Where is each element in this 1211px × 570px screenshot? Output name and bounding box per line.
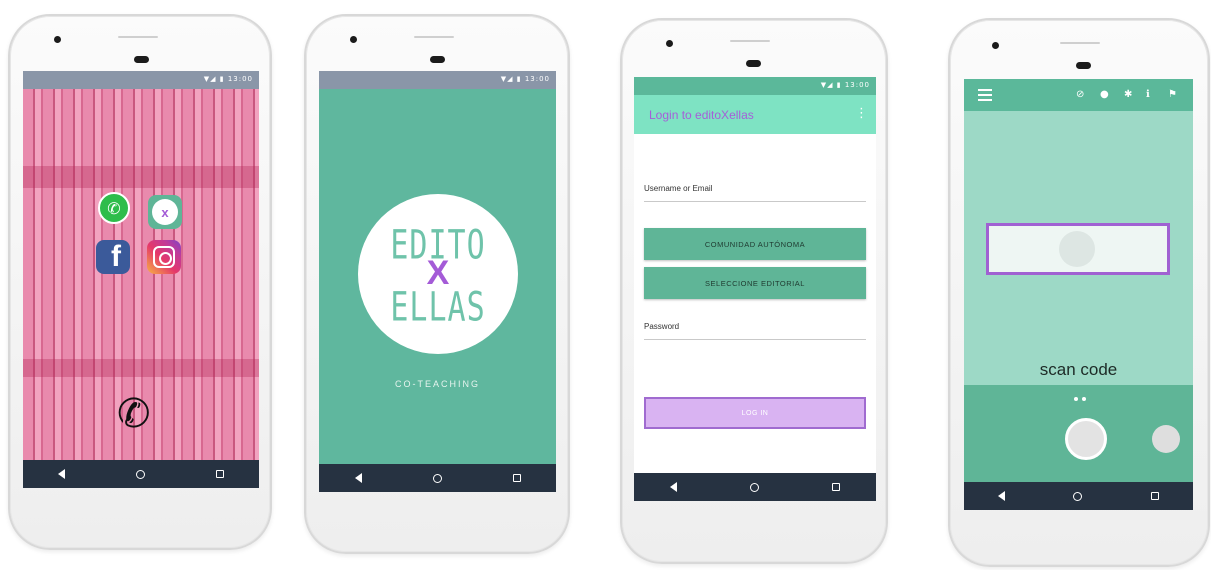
status-bar: ▼◢ ▮ 13:00 bbox=[23, 71, 259, 89]
logo-text-bottom: ELLAS bbox=[390, 283, 486, 332]
editoxellas-app-icon[interactable]: x bbox=[148, 195, 182, 229]
toolbar: ⊘ ● ✱ ℹ ⚑ bbox=[964, 79, 1193, 111]
pager-dot bbox=[1082, 397, 1086, 401]
app-logo: EDITO X ELLAS bbox=[358, 194, 518, 354]
back-icon[interactable] bbox=[354, 473, 362, 483]
username-field[interactable]: Username or Email bbox=[644, 184, 712, 193]
camera-icon bbox=[153, 246, 175, 268]
status-icons: ▼◢ ▮ 13:00 bbox=[203, 75, 253, 83]
camera-controls bbox=[964, 385, 1193, 482]
facebook-app-icon[interactable]: f bbox=[96, 240, 130, 274]
editorial-select-button[interactable]: SELECCIONE EDITORIAL bbox=[644, 267, 866, 299]
home-icon[interactable] bbox=[749, 482, 759, 492]
splash-screen: ▼◢ ▮ 13:00 EDITO X ELLAS CO-TEACHING bbox=[319, 71, 556, 492]
x-logo-icon: x bbox=[152, 199, 178, 225]
phone-scanner-screen: ⊘ ● ✱ ℹ ⚑ scan code bbox=[948, 18, 1210, 567]
app-bar: Login to editoXellas ⋮ bbox=[634, 95, 876, 134]
back-icon[interactable] bbox=[998, 491, 1006, 501]
home-icon[interactable] bbox=[1073, 491, 1083, 501]
login-screen: ▼◢ ▮ 13:00 Login to editoXellas ⋮ Userna… bbox=[634, 77, 876, 501]
whatsapp-app-icon[interactable]: ✆ bbox=[97, 191, 131, 225]
status-icons: ▼◢ ▮ 13:00 bbox=[820, 81, 870, 89]
wallpaper-band bbox=[23, 359, 259, 377]
phone-splash-screen: ▼◢ ▮ 13:00 EDITO X ELLAS CO-TEACHING bbox=[304, 14, 570, 554]
earpiece bbox=[430, 56, 445, 63]
phone-login-screen: ▼◢ ▮ 13:00 Login to editoXellas ⋮ Userna… bbox=[620, 18, 888, 564]
navigation-bar bbox=[634, 473, 876, 501]
community-select-button[interactable]: COMUNIDAD AUTÓNOMA bbox=[644, 228, 866, 260]
scan-viewfinder bbox=[986, 223, 1170, 275]
flash-icon[interactable]: ⚑ bbox=[1168, 89, 1177, 100]
speaker-grille bbox=[730, 40, 770, 42]
front-camera bbox=[350, 36, 357, 43]
navigation-bar bbox=[964, 482, 1193, 510]
speaker-grille bbox=[414, 36, 454, 38]
front-camera bbox=[54, 36, 61, 43]
front-camera bbox=[666, 40, 673, 47]
phone-icon: ✆ bbox=[98, 192, 130, 224]
pager-dot bbox=[1074, 397, 1078, 401]
timer-off-icon[interactable]: ⊘ bbox=[1076, 89, 1084, 100]
status-icons: ▼◢ ▮ 13:00 bbox=[500, 75, 550, 83]
speaker-grille bbox=[118, 36, 158, 38]
focus-indicator bbox=[1059, 231, 1095, 267]
login-button[interactable]: LOG IN bbox=[644, 397, 866, 429]
gallery-button[interactable] bbox=[1152, 425, 1180, 453]
password-field[interactable]: Password bbox=[644, 322, 679, 331]
home-icon[interactable] bbox=[135, 469, 145, 479]
navigation-bar bbox=[23, 460, 259, 488]
hamburger-menu-icon[interactable] bbox=[978, 89, 992, 104]
navigation-bar bbox=[319, 464, 556, 492]
overflow-menu-icon[interactable]: ⋮ bbox=[855, 106, 868, 121]
phone-call-icon[interactable]: ✆ bbox=[117, 391, 151, 437]
instagram-app-icon[interactable] bbox=[147, 240, 181, 274]
info-icon[interactable]: ℹ bbox=[1146, 89, 1150, 100]
home-icon[interactable] bbox=[432, 473, 442, 483]
scanner-screen: ⊘ ● ✱ ℹ ⚑ scan code bbox=[964, 79, 1193, 510]
page-title: Login to editoXellas bbox=[649, 108, 754, 122]
back-icon[interactable] bbox=[58, 469, 66, 479]
account-icon[interactable]: ● bbox=[1100, 89, 1109, 100]
earpiece bbox=[746, 60, 761, 67]
recent-apps-icon[interactable] bbox=[215, 470, 224, 478]
wallpaper-band bbox=[23, 166, 259, 188]
earpiece bbox=[1076, 62, 1091, 69]
status-bar: ▼◢ ▮ 13:00 bbox=[634, 77, 876, 95]
settings-icon[interactable]: ✱ bbox=[1124, 89, 1132, 100]
earpiece bbox=[134, 56, 149, 63]
shutter-button[interactable] bbox=[1065, 418, 1107, 460]
tagline: CO-TEACHING bbox=[395, 379, 480, 389]
scan-label: scan code bbox=[1039, 360, 1118, 379]
speaker-grille bbox=[1060, 42, 1100, 44]
front-camera bbox=[992, 42, 999, 49]
home-screen: ▼◢ ▮ 13:00 ✆ x f ✆ bbox=[23, 71, 259, 488]
password-underline bbox=[644, 339, 866, 340]
phone-home-screen: ▼◢ ▮ 13:00 ✆ x f ✆ bbox=[8, 14, 272, 550]
recent-apps-icon[interactable] bbox=[831, 483, 840, 491]
back-icon[interactable] bbox=[670, 482, 678, 492]
recent-apps-icon[interactable] bbox=[1150, 492, 1159, 500]
username-underline bbox=[644, 201, 866, 202]
status-bar: ▼◢ ▮ 13:00 bbox=[319, 71, 556, 89]
recent-apps-icon[interactable] bbox=[512, 474, 521, 482]
